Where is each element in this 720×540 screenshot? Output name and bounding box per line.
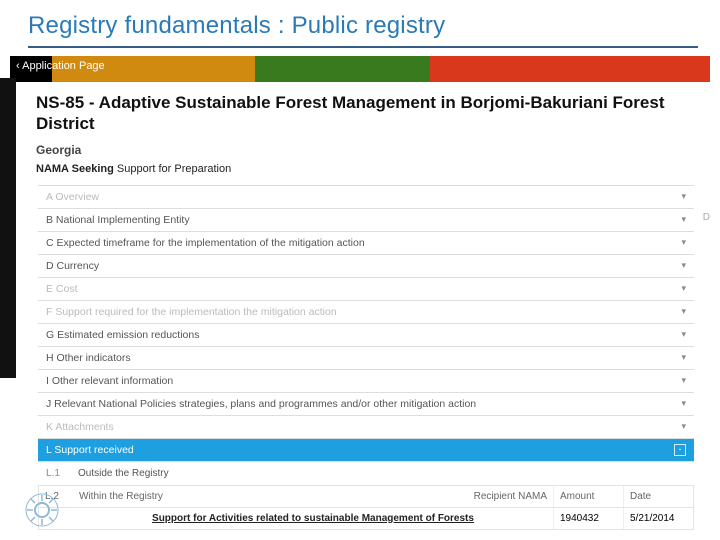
recipient-link[interactable]: Support for Activities related to sustai… xyxy=(152,513,474,524)
table-row: Support for Activities related to sustai… xyxy=(39,508,693,529)
col-header-amount: Amount xyxy=(553,486,623,507)
chevron-down-icon: ▾ xyxy=(681,237,686,248)
chevron-down-icon: ▾ xyxy=(681,398,686,409)
accordion-label: F Support required for the implementatio… xyxy=(46,306,337,318)
subsection-label: Outside the Registry xyxy=(78,468,169,479)
left-sidebar-rail xyxy=(0,78,16,378)
title-rule xyxy=(28,46,698,48)
accordion-item-j[interactable]: J Relevant National Policies strategies,… xyxy=(38,393,694,416)
accordion-label: G Estimated emission reductions xyxy=(46,329,199,341)
right-label-d: D xyxy=(703,212,710,223)
accordion-label: K Attachments xyxy=(46,421,114,433)
accordion-label: J Relevant National Policies strategies,… xyxy=(46,398,476,410)
accordion-label: I Other relevant information xyxy=(46,375,173,387)
subsection-number: L.1 xyxy=(46,468,78,479)
record-section-prefix: NAMA Seeking xyxy=(36,163,114,175)
cell-date: 5/21/2014 xyxy=(623,508,693,529)
chevron-down-icon: ▾ xyxy=(681,352,686,363)
record-section-rest: Support for Preparation xyxy=(114,163,231,175)
accordion-item-e[interactable]: E Cost ▾ xyxy=(38,278,694,301)
accordion-label: L Support received xyxy=(46,444,134,456)
record-title: NS-85 - Adaptive Sustainable Forest Mana… xyxy=(28,82,704,137)
collapse-icon[interactable]: - xyxy=(674,444,686,456)
chevron-down-icon: ▾ xyxy=(681,329,686,340)
support-table: L.2 Within the Registry Recipient NAMA A… xyxy=(38,486,694,530)
accordion-item-c[interactable]: C Expected timeframe for the implementat… xyxy=(38,232,694,255)
table-header-row: L.2 Within the Registry Recipient NAMA A… xyxy=(39,486,693,508)
chevron-down-icon: ▾ xyxy=(681,306,686,317)
accordion-item-d[interactable]: D Currency ▾ xyxy=(38,255,694,278)
breadcrumb[interactable]: ‹ Application Page xyxy=(16,60,105,72)
accordion-label: B National Implementing Entity xyxy=(46,214,190,226)
chevron-down-icon: ▾ xyxy=(681,283,686,294)
chevron-down-icon: ▾ xyxy=(681,214,686,225)
accordion-item-h[interactable]: H Other indicators ▾ xyxy=(38,347,694,370)
chevron-down-icon: ▾ xyxy=(681,375,686,386)
cell-amount: 1940432 xyxy=(553,508,623,529)
accordion-item-b[interactable]: B National Implementing Entity ▾ xyxy=(38,209,694,232)
accordion-item-k[interactable]: K Attachments ▾ xyxy=(38,416,694,439)
banner-strip: ‹ Application Page xyxy=(10,56,710,82)
record-country: Georgia xyxy=(28,137,704,159)
chevron-down-icon: ▾ xyxy=(681,191,686,202)
accordion-label: H Other indicators xyxy=(46,352,131,364)
accordion-item-g[interactable]: G Estimated emission reductions ▾ xyxy=(38,324,694,347)
record-section: NAMA Seeking Support for Preparation xyxy=(28,159,704,185)
subsection-label: Within the Registry xyxy=(79,491,163,502)
accordion-item-f[interactable]: F Support required for the implementatio… xyxy=(38,301,694,324)
accordion-item-i[interactable]: I Other relevant information ▾ xyxy=(38,370,694,393)
col-header-date: Date xyxy=(623,486,693,507)
slide-title: Registry fundamentals : Public registry xyxy=(0,0,720,46)
accordion: A Overview ▾ B National Implementing Enti… xyxy=(38,185,694,462)
chevron-down-icon: ▾ xyxy=(681,421,686,432)
accordion-item-l-active[interactable]: L Support received - xyxy=(38,439,694,462)
subsection-l1: L.1 Outside the Registry xyxy=(38,462,694,486)
chevron-down-icon: ▾ xyxy=(681,260,686,271)
accordion-label: D Currency xyxy=(46,260,99,272)
unfccc-logo-icon xyxy=(24,492,60,528)
application-panel: NS-85 - Adaptive Sustainable Forest Mana… xyxy=(28,82,704,530)
accordion-label: C Expected timeframe for the implementat… xyxy=(46,237,365,249)
col-header-recipient: Recipient NAMA xyxy=(474,491,547,502)
accordion-label: A Overview xyxy=(46,191,99,203)
accordion-label: E Cost xyxy=(46,283,78,295)
accordion-item-a[interactable]: A Overview ▾ xyxy=(38,186,694,209)
